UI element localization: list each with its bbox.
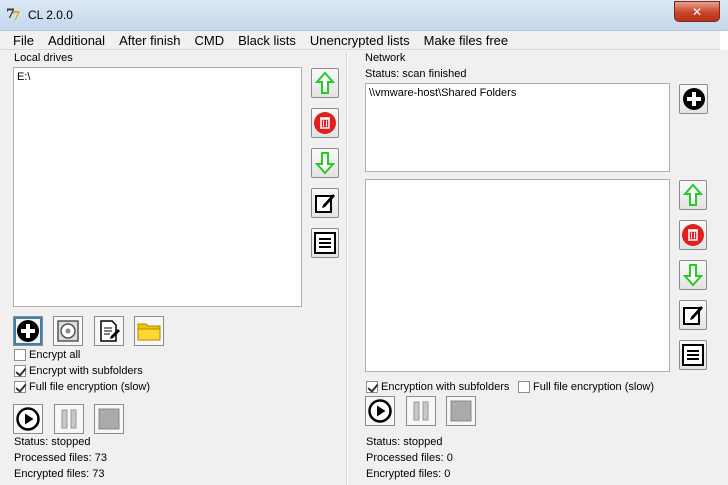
- network-list-button[interactable]: [679, 340, 707, 370]
- play-icon: [368, 399, 392, 423]
- add-network-button[interactable]: [679, 84, 708, 114]
- disk-button[interactable]: [53, 316, 83, 346]
- menu-after-finish[interactable]: After finish: [112, 33, 187, 48]
- checkbox-label: Encrypt all: [29, 349, 81, 361]
- local-drives-list[interactable]: E:\: [13, 67, 302, 307]
- network-encrypted-files: Encrypted files: 0: [366, 468, 451, 480]
- trash-icon: [314, 112, 336, 134]
- network-stop-button[interactable]: [446, 396, 476, 426]
- network-start-button[interactable]: [365, 396, 395, 426]
- pause-icon: [413, 401, 429, 421]
- network-delete-button[interactable]: [679, 220, 707, 250]
- menu-make-files-free[interactable]: Make files free: [417, 33, 516, 48]
- add-drive-button[interactable]: [13, 316, 43, 346]
- checkbox-box[interactable]: [14, 365, 26, 377]
- checkbox-box[interactable]: [14, 381, 26, 393]
- window-title: CL 2.0.0: [28, 8, 73, 22]
- menu-additional[interactable]: Additional: [41, 33, 112, 48]
- network-status-text: Status: stopped: [366, 436, 443, 448]
- network-shares-list[interactable]: \\vmware-host\Shared Folders: [365, 83, 670, 172]
- play-icon: [16, 407, 40, 431]
- menu-unencrypted-lists[interactable]: Unencrypted lists: [303, 33, 417, 48]
- local-status-text: Status: stopped: [14, 436, 91, 448]
- app-logo-icon: 77: [6, 7, 21, 23]
- delete-button[interactable]: [311, 108, 339, 138]
- checkbox-label: Encrypt with subfolders: [29, 365, 143, 377]
- folder-button[interactable]: [134, 316, 164, 346]
- list-item[interactable]: E:\: [17, 70, 298, 84]
- network-scan-status: Status: scan finished: [365, 68, 467, 80]
- arrow-down-icon: [315, 152, 335, 175]
- plus-circle-icon: [682, 88, 705, 110]
- move-up-button[interactable]: [311, 68, 339, 98]
- network-folders-list[interactable]: [365, 179, 670, 372]
- full-file-encryption-checkbox[interactable]: Full file encryption (slow): [14, 381, 150, 393]
- menu-cmd[interactable]: CMD: [187, 33, 231, 48]
- disk-icon: [57, 320, 79, 342]
- arrow-up-icon: [683, 183, 703, 206]
- local-drives-label: Local drives: [14, 52, 73, 64]
- menu-bar: File Additional After finish CMD Black l…: [0, 31, 728, 50]
- local-start-button[interactable]: [13, 404, 43, 434]
- encrypt-all-checkbox[interactable]: Encrypt all: [14, 349, 80, 361]
- local-pause-button[interactable]: [54, 404, 84, 434]
- local-encrypted-files: Encrypted files: 73: [14, 468, 105, 480]
- network-encryption-subfolders-checkbox[interactable]: Encryption with subfolders: [366, 381, 509, 393]
- edit-button[interactable]: [311, 188, 339, 218]
- network-move-up-button[interactable]: [679, 180, 707, 210]
- network-processed-files: Processed files: 0: [366, 452, 453, 464]
- folder-icon: [137, 323, 161, 341]
- checkbox-box[interactable]: [518, 381, 530, 393]
- local-stop-button[interactable]: [94, 404, 124, 434]
- encrypt-with-subfolders-checkbox[interactable]: Encrypt with subfolders: [14, 365, 143, 377]
- stop-icon: [98, 408, 120, 430]
- document-edit-icon: [100, 320, 120, 342]
- checkbox-label: Full file encryption (slow): [533, 381, 655, 393]
- title-bar: 77 CL 2.0.0 ✕: [0, 0, 728, 31]
- network-label: Network: [365, 52, 406, 64]
- menu-black-lists[interactable]: Black lists: [231, 33, 303, 48]
- list-icon: [682, 344, 704, 366]
- trash-icon: [682, 224, 704, 246]
- panel-divider: [346, 52, 348, 485]
- move-down-button[interactable]: [311, 148, 339, 178]
- stop-icon: [450, 400, 472, 422]
- checkbox-label: Full file encryption (slow): [29, 381, 151, 393]
- network-pause-button[interactable]: [406, 396, 436, 426]
- local-processed-files: Processed files: 73: [14, 452, 107, 464]
- edit-icon: [683, 306, 703, 325]
- checkbox-box[interactable]: [366, 381, 378, 393]
- checkbox-label: Encryption with subfolders: [381, 381, 510, 393]
- checkbox-box[interactable]: [14, 349, 26, 361]
- network-edit-button[interactable]: [679, 300, 707, 330]
- document-button[interactable]: [94, 316, 124, 346]
- arrow-up-icon: [315, 71, 335, 94]
- close-button[interactable]: ✕: [674, 1, 720, 22]
- network-move-down-button[interactable]: [679, 260, 707, 290]
- network-full-file-encryption-checkbox[interactable]: Full file encryption (slow): [518, 381, 654, 393]
- pause-icon: [61, 409, 77, 429]
- menu-file[interactable]: File: [6, 33, 41, 48]
- list-button[interactable]: [311, 228, 339, 258]
- arrow-down-icon: [683, 264, 703, 287]
- plus-circle-icon: [17, 320, 39, 342]
- edit-icon: [315, 194, 335, 213]
- list-item[interactable]: \\vmware-host\Shared Folders: [369, 86, 666, 100]
- list-icon: [314, 232, 336, 254]
